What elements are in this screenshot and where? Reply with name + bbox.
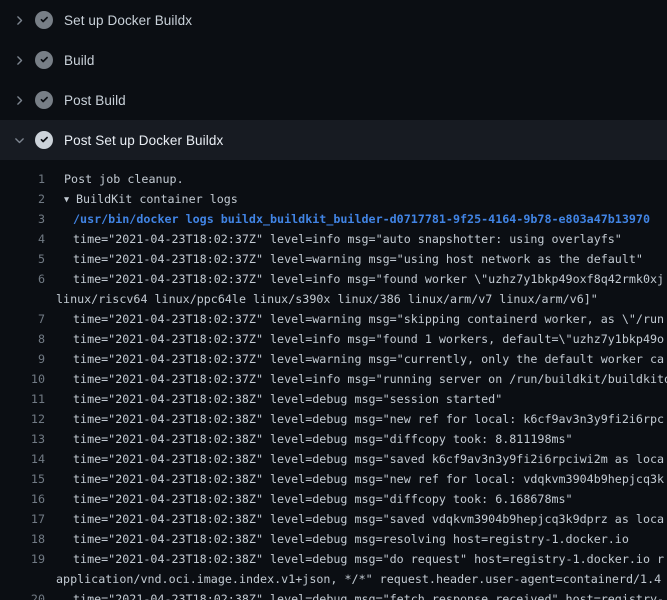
line-number[interactable]: 17 bbox=[0, 512, 45, 526]
line-number[interactable]: 9 bbox=[0, 352, 45, 366]
triangle-down-icon[interactable]: ▼ bbox=[64, 195, 76, 205]
log-line[interactable]: 7 time="2021-04-23T18:02:37Z" level=warn… bbox=[0, 309, 667, 329]
log-line[interactable]: 20 time="2021-04-23T18:02:38Z" level=deb… bbox=[0, 589, 667, 600]
log-line[interactable]: 13 time="2021-04-23T18:02:38Z" level=deb… bbox=[0, 429, 667, 449]
step-row-post-build[interactable]: Post Build bbox=[0, 80, 667, 120]
line-number[interactable]: 4 bbox=[0, 232, 45, 246]
line-number[interactable]: 7 bbox=[0, 312, 45, 326]
log-line[interactable]: linux/riscv64 linux/ppc64le linux/s390x … bbox=[0, 289, 667, 309]
line-number[interactable]: 1 bbox=[0, 172, 45, 186]
line-number[interactable]: 5 bbox=[0, 252, 45, 266]
log-line[interactable]: 10 time="2021-04-23T18:02:37Z" level=inf… bbox=[0, 369, 667, 389]
line-text: /usr/bin/docker logs buildx_buildkit_bui… bbox=[45, 212, 650, 226]
line-text: time="2021-04-23T18:02:38Z" level=debug … bbox=[45, 532, 629, 546]
check-circle-icon bbox=[35, 91, 53, 109]
log-line[interactable]: 16 time="2021-04-23T18:02:38Z" level=deb… bbox=[0, 489, 667, 509]
line-text: time="2021-04-23T18:02:38Z" level=debug … bbox=[45, 392, 502, 406]
log-line[interactable]: 3 /usr/bin/docker logs buildx_buildkit_b… bbox=[0, 209, 667, 229]
line-number[interactable]: 20 bbox=[0, 592, 45, 600]
log-line[interactable]: 4 time="2021-04-23T18:02:37Z" level=info… bbox=[0, 229, 667, 249]
log-line[interactable]: 9 time="2021-04-23T18:02:37Z" level=warn… bbox=[0, 349, 667, 369]
line-number[interactable]: 19 bbox=[0, 552, 45, 566]
chevron-right-icon bbox=[12, 53, 26, 67]
log-line[interactable]: 12 time="2021-04-23T18:02:38Z" level=deb… bbox=[0, 409, 667, 429]
line-number[interactable]: 14 bbox=[0, 452, 45, 466]
workflow-log-viewer: Set up Docker Buildx Build Post Build bbox=[0, 0, 667, 600]
line-text: time="2021-04-23T18:02:37Z" level=info m… bbox=[45, 232, 622, 246]
line-text: time="2021-04-23T18:02:37Z" level=info m… bbox=[45, 372, 667, 386]
log-line[interactable]: 1 Post job cleanup. bbox=[0, 169, 667, 189]
line-number[interactable]: 13 bbox=[0, 432, 45, 446]
line-text: time="2021-04-23T18:02:38Z" level=debug … bbox=[45, 432, 573, 446]
chevron-right-icon bbox=[12, 13, 26, 27]
line-text: time="2021-04-23T18:02:37Z" level=warnin… bbox=[45, 252, 643, 266]
step-row-build[interactable]: Build bbox=[0, 40, 667, 80]
step-label: Build bbox=[64, 53, 95, 68]
check-circle-icon bbox=[35, 51, 53, 69]
line-text: ▼BuildKit container logs bbox=[45, 192, 238, 206]
chevron-down-icon bbox=[12, 133, 26, 147]
line-text: time="2021-04-23T18:02:37Z" level=info m… bbox=[45, 272, 664, 286]
chevron-right-icon bbox=[12, 93, 26, 107]
step-label: Post Set up Docker Buildx bbox=[64, 133, 223, 148]
line-text: time="2021-04-23T18:02:37Z" level=info m… bbox=[45, 332, 664, 346]
log-line[interactable]: 17 time="2021-04-23T18:02:38Z" level=deb… bbox=[0, 509, 667, 529]
step-list: Set up Docker Buildx Build Post Build bbox=[0, 0, 667, 160]
line-text: time="2021-04-23T18:02:38Z" level=debug … bbox=[45, 512, 664, 526]
line-text: time="2021-04-23T18:02:38Z" level=debug … bbox=[45, 552, 664, 566]
line-text: time="2021-04-23T18:02:38Z" level=debug … bbox=[45, 592, 664, 600]
log-line[interactable]: 5 time="2021-04-23T18:02:37Z" level=warn… bbox=[0, 249, 667, 269]
line-text: time="2021-04-23T18:02:38Z" level=debug … bbox=[45, 472, 664, 486]
step-row-post-setup-docker-buildx[interactable]: Post Set up Docker Buildx bbox=[0, 120, 667, 160]
log-line[interactable]: 19 time="2021-04-23T18:02:38Z" level=deb… bbox=[0, 549, 667, 569]
line-number[interactable]: 6 bbox=[0, 272, 45, 286]
line-text: time="2021-04-23T18:02:37Z" level=warnin… bbox=[45, 352, 664, 366]
line-number[interactable]: 11 bbox=[0, 392, 45, 406]
log-line[interactable]: 6 time="2021-04-23T18:02:37Z" level=info… bbox=[0, 269, 667, 289]
line-number[interactable]: 3 bbox=[0, 212, 45, 226]
line-number[interactable]: 18 bbox=[0, 532, 45, 546]
line-number[interactable]: 2 bbox=[0, 192, 45, 206]
log-line[interactable]: 2 ▼BuildKit container logs bbox=[0, 189, 667, 209]
line-text: Post job cleanup. bbox=[45, 172, 184, 186]
log-line[interactable]: 15 time="2021-04-23T18:02:38Z" level=deb… bbox=[0, 469, 667, 489]
line-number[interactable]: 8 bbox=[0, 332, 45, 346]
line-text: time="2021-04-23T18:02:37Z" level=warnin… bbox=[45, 312, 664, 326]
line-number[interactable]: 12 bbox=[0, 412, 45, 426]
line-text: linux/riscv64 linux/ppc64le linux/s390x … bbox=[45, 292, 598, 306]
line-text: time="2021-04-23T18:02:38Z" level=debug … bbox=[45, 412, 664, 426]
log-line[interactable]: 14 time="2021-04-23T18:02:38Z" level=deb… bbox=[0, 449, 667, 469]
step-label: Post Build bbox=[64, 93, 126, 108]
line-number[interactable]: 15 bbox=[0, 472, 45, 486]
check-circle-icon bbox=[35, 131, 53, 149]
log-line[interactable]: application/vnd.oci.image.index.v1+json,… bbox=[0, 569, 667, 589]
check-circle-icon bbox=[35, 11, 53, 29]
line-text: application/vnd.oci.image.index.v1+json,… bbox=[45, 572, 661, 586]
log-area: 1 Post job cleanup. 2 ▼BuildKit containe… bbox=[0, 160, 667, 600]
line-number[interactable]: 16 bbox=[0, 492, 45, 506]
line-text: time="2021-04-23T18:02:38Z" level=debug … bbox=[45, 492, 573, 506]
step-label: Set up Docker Buildx bbox=[64, 13, 192, 28]
log-line[interactable]: 18 time="2021-04-23T18:02:38Z" level=deb… bbox=[0, 529, 667, 549]
step-row-setup-docker-buildx[interactable]: Set up Docker Buildx bbox=[0, 0, 667, 40]
log-line[interactable]: 11 time="2021-04-23T18:02:38Z" level=deb… bbox=[0, 389, 667, 409]
line-text: time="2021-04-23T18:02:38Z" level=debug … bbox=[45, 452, 664, 466]
log-line[interactable]: 8 time="2021-04-23T18:02:37Z" level=info… bbox=[0, 329, 667, 349]
line-number[interactable]: 10 bbox=[0, 372, 45, 386]
